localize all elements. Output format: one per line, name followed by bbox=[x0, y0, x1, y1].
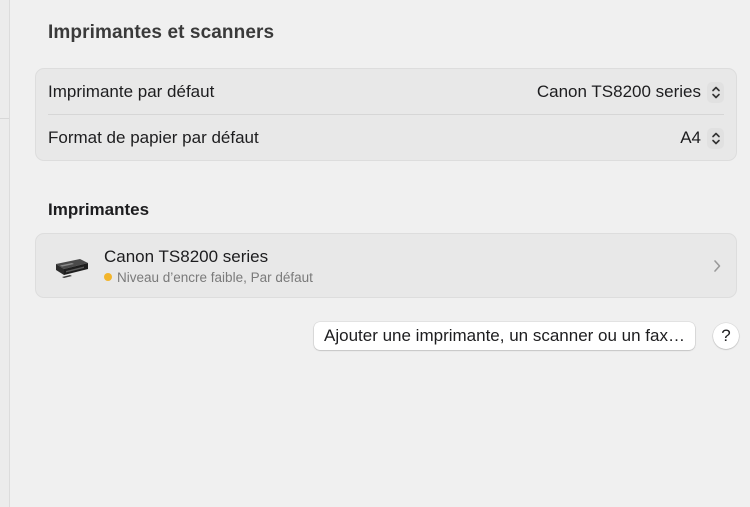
default-printer-popup[interactable]: Canon TS8200 series bbox=[536, 81, 724, 103]
printer-list-item[interactable]: Canon TS8200 series Niveau d’encre faibl… bbox=[36, 234, 736, 297]
printer-info: Canon TS8200 series Niveau d’encre faibl… bbox=[104, 247, 712, 285]
printers-section-title: Imprimantes bbox=[48, 200, 150, 219]
status-dot-icon bbox=[104, 273, 112, 281]
default-paper-row: Format de papier par défaut A4 bbox=[36, 115, 736, 161]
add-printer-button[interactable]: Ajouter une imprimante, un scanner ou un… bbox=[314, 322, 695, 350]
sidebar-edge bbox=[0, 0, 10, 507]
default-paper-popup[interactable]: A4 bbox=[680, 127, 724, 149]
default-settings-group: Imprimante par défaut Canon TS8200 serie… bbox=[35, 68, 737, 161]
up-down-chevron-icon bbox=[707, 127, 724, 149]
printer-status-text: Niveau d’encre faible, Par défaut bbox=[117, 269, 313, 285]
help-button[interactable]: ? bbox=[713, 323, 739, 349]
printer-icon bbox=[50, 250, 92, 282]
up-down-chevron-icon bbox=[707, 81, 724, 103]
default-printer-value: Canon TS8200 series bbox=[536, 82, 701, 101]
printer-name: Canon TS8200 series bbox=[104, 246, 269, 266]
printers-list: Canon TS8200 series Niveau d’encre faibl… bbox=[35, 233, 737, 298]
chevron-right-icon bbox=[712, 258, 722, 274]
default-paper-label: Format de papier par défaut bbox=[48, 128, 259, 147]
sidebar-divider bbox=[0, 118, 9, 119]
printer-status: Niveau d’encre faible, Par défaut bbox=[104, 270, 712, 285]
default-printer-label: Imprimante par défaut bbox=[48, 82, 215, 101]
default-paper-value: A4 bbox=[680, 128, 701, 147]
settings-pane: Imprimantes et scanners Imprimante par d… bbox=[10, 0, 750, 507]
page-title: Imprimantes et scanners bbox=[48, 22, 275, 43]
default-printer-row: Imprimante par défaut Canon TS8200 serie… bbox=[36, 69, 736, 115]
